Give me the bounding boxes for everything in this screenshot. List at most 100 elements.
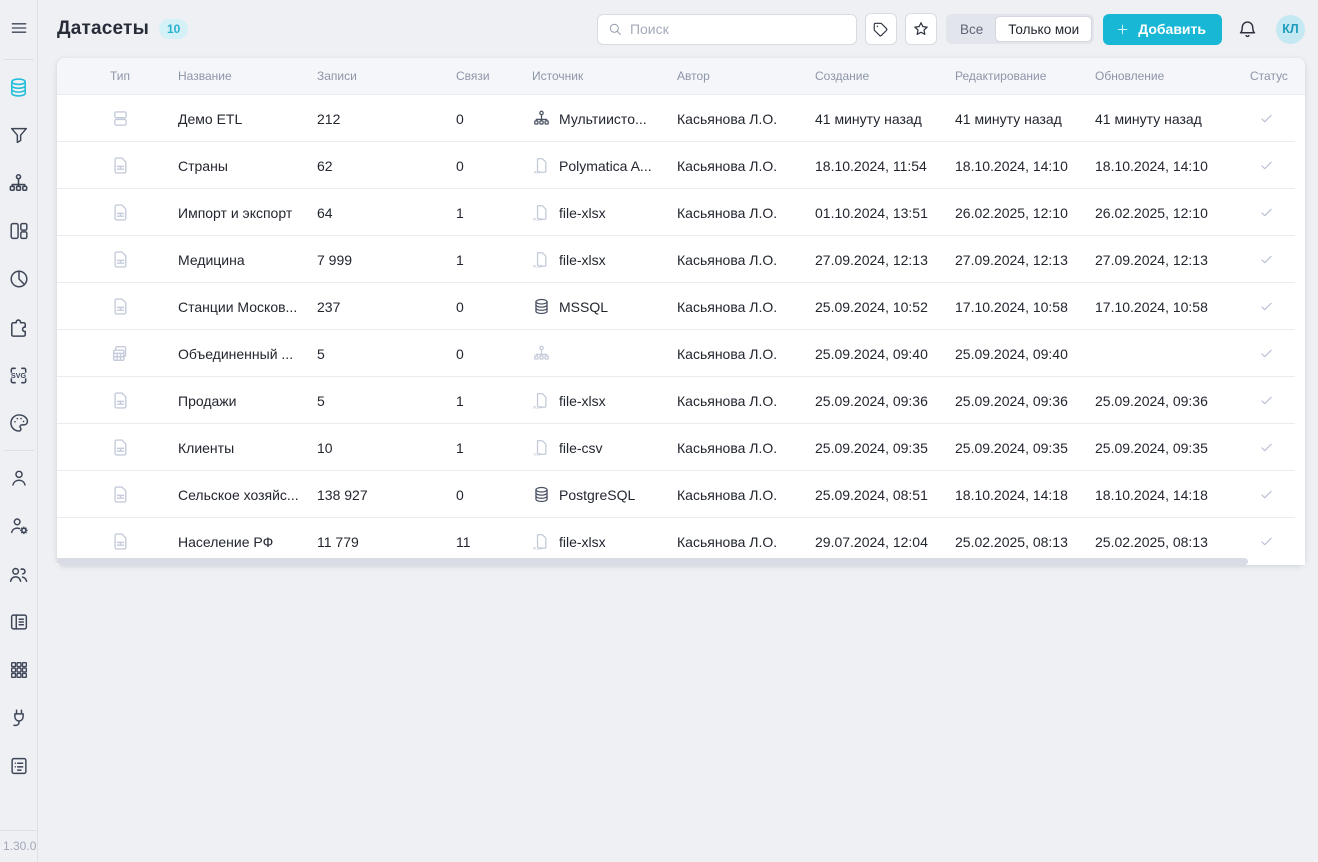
source-name: file-xlsx	[559, 534, 606, 550]
sidebar-item-logs[interactable]	[0, 742, 38, 790]
table-row[interactable]: Страны 62 0 Polymatica A... Касьянова Л.…	[57, 142, 1305, 189]
table-row[interactable]: Станции Москов... 237 0 MSSQL Касьянова …	[57, 283, 1305, 330]
updated-at: 25.09.2024, 09:35	[1095, 440, 1246, 456]
sidebar-item-journal[interactable]	[0, 598, 38, 646]
created-at: 18.10.2024, 11:54	[815, 158, 955, 174]
source-name: PostgreSQL	[559, 487, 635, 503]
source-name: file-csv	[559, 440, 603, 456]
dataset-name[interactable]: Объединенный ...	[178, 346, 317, 362]
source-name: Мультиисто...	[559, 111, 647, 127]
sitemap-icon	[7, 172, 30, 195]
source-icon	[532, 532, 551, 551]
table-row[interactable]: Клиенты 10 1 file-csv Касьянова Л.О. 25.…	[57, 424, 1305, 471]
source-icon	[532, 156, 551, 175]
add-button-label: Добавить	[1138, 21, 1206, 37]
source-name: file-xlsx	[559, 205, 606, 221]
dataset-type-icon	[110, 108, 131, 129]
add-dataset-button[interactable]: Добавить	[1103, 14, 1222, 45]
sidebar-item-palette[interactable]	[0, 399, 38, 447]
sidebar-item-user-settings[interactable]	[0, 502, 38, 550]
status-check-icon	[1258, 533, 1275, 550]
search-input[interactable]	[630, 21, 847, 37]
author: Касьянова Л.О.	[677, 111, 815, 127]
dataset-type-icon	[110, 249, 131, 270]
svg-badge-icon	[7, 364, 30, 387]
sidebar-divider	[4, 450, 34, 451]
records-count: 64	[317, 205, 456, 221]
sidebar-item-dashboards[interactable]	[0, 207, 38, 255]
dataset-name[interactable]: Станции Москов...	[178, 299, 317, 315]
author: Касьянова Л.О.	[677, 158, 815, 174]
status-check-icon	[1258, 204, 1275, 221]
dataset-name[interactable]: Импорт и экспорт	[178, 205, 317, 221]
table-row[interactable]: Сельское хозяйс... 138 927 0 PostgreSQL …	[57, 471, 1305, 518]
plug-icon	[8, 707, 30, 729]
filter-all[interactable]: Все	[948, 16, 995, 42]
palette-icon	[8, 412, 30, 434]
sidebar-divider	[4, 59, 34, 60]
notifications-button[interactable]	[1235, 17, 1260, 42]
user-gear-icon	[8, 515, 30, 537]
source-icon	[532, 391, 551, 410]
created-at: 25.09.2024, 09:36	[815, 393, 955, 409]
records-count: 11 779	[317, 534, 456, 550]
source-name: file-xlsx	[559, 252, 606, 268]
sidebar-item-filters[interactable]	[0, 111, 38, 159]
menu-toggle-button[interactable]	[0, 0, 38, 56]
dataset-name[interactable]: Демо ETL	[178, 111, 317, 127]
datasets-count-badge: 10	[159, 19, 188, 39]
tags-filter-button[interactable]	[865, 13, 897, 45]
dataset-name[interactable]: Страны	[178, 158, 317, 174]
grid-icon	[8, 659, 30, 681]
col-created: Создание	[815, 69, 955, 83]
created-at: 25.09.2024, 10:52	[815, 299, 955, 315]
links-count: 11	[456, 534, 532, 550]
links-count: 1	[456, 440, 532, 456]
source-icon	[532, 438, 551, 457]
created-at: 01.10.2024, 13:51	[815, 205, 955, 221]
horizontal-scrollbar[interactable]	[57, 558, 1248, 565]
dataset-name[interactable]: Продажи	[178, 393, 317, 409]
edited-at: 25.09.2024, 09:40	[955, 346, 1095, 362]
status-check-icon	[1258, 439, 1275, 456]
status-check-icon	[1258, 110, 1275, 127]
sidebar-item-etl-flows[interactable]	[0, 159, 38, 207]
table-row[interactable]: Демо ETL 212 0 Мультиисто... Касьянова Л…	[57, 95, 1305, 142]
table-row[interactable]: Импорт и экспорт 64 1 file-xlsx Касьянов…	[57, 189, 1305, 236]
hamburger-icon	[9, 18, 29, 38]
status-check-icon	[1258, 345, 1275, 362]
sidebar-item-svg-assets[interactable]	[0, 351, 38, 399]
puzzle-icon	[7, 316, 30, 339]
edited-at: 26.02.2025, 12:10	[955, 205, 1095, 221]
search-box[interactable]	[597, 14, 857, 45]
sidebar-item-connections[interactable]	[0, 694, 38, 742]
user-avatar[interactable]: КЛ	[1276, 15, 1305, 44]
table-row[interactable]: Медицина 7 999 1 file-xlsx Касьянова Л.О…	[57, 236, 1305, 283]
edited-at: 27.09.2024, 12:13	[955, 252, 1095, 268]
dataset-name[interactable]: Клиенты	[178, 440, 317, 456]
sidebar-item-charts[interactable]	[0, 255, 38, 303]
status-check-icon	[1258, 251, 1275, 268]
sidebar-item-datasets[interactable]	[0, 63, 38, 111]
table-row[interactable]: Объединенный ... 5 0 Касьянова Л.О. 25.0…	[57, 330, 1305, 377]
records-count: 10	[317, 440, 456, 456]
created-at: 27.09.2024, 12:13	[815, 252, 955, 268]
updated-at: 18.10.2024, 14:18	[1095, 487, 1246, 503]
table-row[interactable]: Продажи 5 1 file-xlsx Касьянова Л.О. 25.…	[57, 377, 1305, 424]
sidebar-item-modules[interactable]	[0, 646, 38, 694]
col-edited: Редактирование	[955, 69, 1095, 83]
dataset-name[interactable]: Сельское хозяйс...	[178, 487, 317, 503]
dataset-name[interactable]: Медицина	[178, 252, 317, 268]
updated-at: 27.09.2024, 12:13	[1095, 252, 1246, 268]
col-source: Источник	[532, 69, 677, 83]
favorites-filter-button[interactable]	[905, 13, 937, 45]
sidebar-item-user[interactable]	[0, 454, 38, 502]
sidebar-item-user-groups[interactable]	[0, 550, 38, 598]
sidebar-item-plugins[interactable]	[0, 303, 38, 351]
top-bar: Датасеты 10 Все Только мои Добавить КЛ	[38, 0, 1318, 58]
filter-only-mine[interactable]: Только мои	[995, 16, 1092, 42]
records-count: 237	[317, 299, 456, 315]
author: Касьянова Л.О.	[677, 534, 815, 550]
star-icon	[912, 20, 930, 38]
dataset-name[interactable]: Население РФ	[178, 534, 317, 550]
